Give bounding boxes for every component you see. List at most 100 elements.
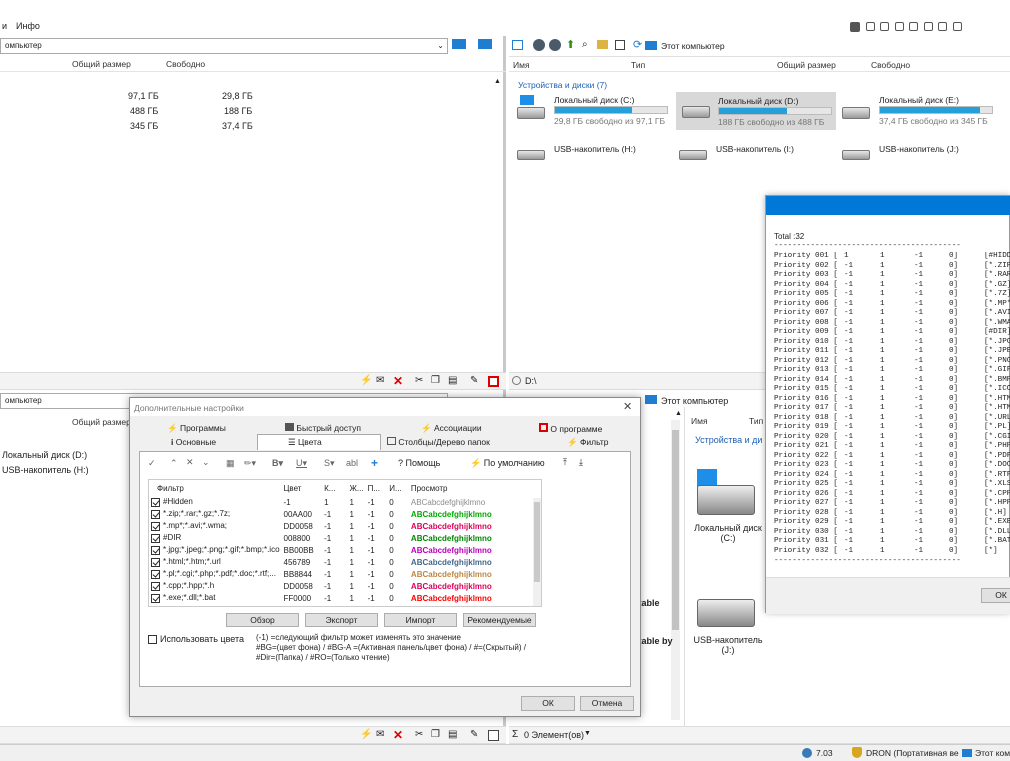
edit-icon[interactable]: ✎: [470, 375, 478, 386]
table-row[interactable]: *.jpg;*.jpeg;*.png;*.gif;*.bmp;*.ico BB00…: [149, 544, 541, 556]
mail-icon[interactable]: ✉: [376, 375, 384, 386]
up-icon[interactable]: ⬆: [566, 38, 575, 51]
grid-icon[interactable]: ▦: [226, 458, 235, 469]
layout3-icon[interactable]: [880, 22, 890, 32]
usb-i[interactable]: USB-накопитель (I:): [679, 144, 829, 166]
scroll-up-icon[interactable]: ▲: [675, 410, 682, 417]
table-row[interactable]: #Hidden -1 1 1 -1 0 ABCabcdefghijklmno: [149, 496, 541, 508]
back-icon[interactable]: [533, 39, 545, 51]
right-top-path[interactable]: Этот компьютер: [661, 41, 725, 51]
tab-filter[interactable]: ⚡ Фильтр: [567, 437, 609, 448]
down-arrow-icon[interactable]: ⌄: [202, 457, 210, 468]
delete-icon[interactable]: ✕: [186, 457, 194, 468]
text-icon[interactable]: abl: [346, 458, 358, 468]
layout2-icon[interactable]: [865, 22, 875, 32]
row-checkbox[interactable]: [151, 557, 160, 567]
th-j[interactable]: Ж...: [348, 480, 366, 496]
layout-icon[interactable]: [850, 21, 860, 32]
row-checkbox[interactable]: [151, 593, 160, 603]
menu-item-info[interactable]: Инфо: [16, 21, 40, 31]
row-checkbox[interactable]: [151, 509, 160, 519]
drive-c-name[interactable]: Локальный диск (C:): [693, 523, 763, 543]
check-icon[interactable]: ✓: [148, 458, 156, 469]
cut-icon[interactable]: ✂: [415, 729, 423, 740]
view-icon[interactable]: [615, 40, 625, 50]
table-row[interactable]: *.cpp;*.hpp;*.h DD0058 -1 1 -1 0 ABCabcdefghij…: [149, 580, 541, 592]
row-checkbox[interactable]: [151, 569, 160, 579]
export-button[interactable]: Экспорт: [305, 613, 378, 627]
th-p[interactable]: П...: [366, 480, 388, 496]
th-color[interactable]: Цвет: [282, 480, 323, 496]
refresh-icon[interactable]: ⟳: [633, 38, 642, 51]
right-bottom-path[interactable]: Этот компьютер: [661, 396, 728, 406]
table-row[interactable]: *.exe;*.dll;*.bat FF0000 -1 1 -1 0 ABCabcdefgh…: [149, 592, 541, 604]
monitor2-icon[interactable]: [478, 39, 492, 49]
left-top-path[interactable]: омпьютер ⌄: [0, 38, 448, 54]
col-total[interactable]: Общий размер: [72, 59, 131, 69]
usb-h[interactable]: USB-накопитель (H:): [517, 144, 667, 166]
delete-icon[interactable]: ✕: [393, 728, 403, 742]
col-free[interactable]: Свободно: [871, 60, 910, 70]
tab-about[interactable]: О программе: [539, 423, 602, 434]
tab-colors[interactable]: ☰ Цвета: [257, 434, 381, 450]
row-checkbox[interactable]: [151, 533, 160, 543]
default-button[interactable]: ⚡ По умолчанию: [470, 458, 545, 469]
col-total[interactable]: Общий размер: [72, 417, 131, 427]
th-i[interactable]: И...: [387, 480, 409, 496]
drive-d[interactable]: Локальный диск (D:) 188 ГБ свободно из 4…: [676, 92, 836, 130]
checkbox[interactable]: [148, 635, 157, 645]
cancel-button[interactable]: Отмена: [580, 696, 634, 711]
chevron-down-icon[interactable]: ▼: [584, 730, 591, 737]
scroll-thumb[interactable]: [534, 502, 540, 582]
th-preview[interactable]: Просмотр: [409, 480, 541, 496]
cut-icon[interactable]: ✂: [415, 375, 423, 386]
layout6-icon[interactable]: [923, 22, 933, 32]
menu-item-partial[interactable]: и: [2, 21, 7, 31]
import-button[interactable]: Импорт: [384, 613, 457, 627]
delete-icon[interactable]: ✕: [393, 374, 403, 388]
table-scrollbar[interactable]: [533, 498, 541, 606]
layout8-icon[interactable]: [952, 22, 962, 32]
usb-j-name[interactable]: USB-накопитель (J:): [689, 635, 767, 655]
explorer-icon[interactable]: ⌕: [582, 39, 588, 50]
dialog-titlebar[interactable]: Дополнительные настройки ✕: [130, 398, 640, 416]
col-total[interactable]: Общий размер: [777, 60, 836, 70]
close-icon[interactable]: ✕: [623, 400, 632, 413]
chevron-down-icon[interactable]: ⌄: [437, 41, 444, 50]
copy-icon[interactable]: ❐: [431, 729, 440, 740]
paste-icon[interactable]: ▤: [448, 729, 457, 740]
row-checkbox[interactable]: [151, 497, 160, 507]
col-type[interactable]: Тип: [631, 60, 645, 70]
row-checkbox[interactable]: [151, 545, 160, 555]
tab-basic[interactable]: i Основные: [171, 437, 216, 447]
help-button[interactable]: ? Помощь: [398, 458, 440, 468]
collapse-arrow-icon[interactable]: ▲: [494, 78, 501, 85]
tab-programs[interactable]: ⚡ Программы: [167, 423, 226, 434]
layout7-icon[interactable]: [938, 22, 948, 32]
up-arrow-icon[interactable]: ⌃: [170, 458, 178, 469]
lightning-icon[interactable]: ⚡: [360, 375, 372, 386]
layout4-icon[interactable]: [894, 22, 904, 32]
brush-icon[interactable]: ✏▾: [244, 458, 256, 469]
panel-icon[interactable]: [512, 40, 523, 50]
ok-button[interactable]: ОК: [981, 588, 1010, 603]
move-top-icon[interactable]: ⤒: [563, 457, 567, 468]
ok-button[interactable]: ОК: [521, 696, 575, 711]
bold-icon[interactable]: B▾: [272, 458, 283, 469]
col-free[interactable]: Свободно: [166, 59, 205, 69]
underline-icon[interactable]: U▾: [296, 458, 307, 469]
tab-associations[interactable]: ⚡ Ассоциации: [421, 423, 482, 434]
row-checkbox[interactable]: [151, 521, 160, 531]
table-row[interactable]: #DIR 008800 -1 1 -1 0 ABCabcdefghijklmno: [149, 532, 541, 544]
item-count[interactable]: 0 Элемент(ов): [524, 730, 584, 740]
mail-icon[interactable]: ✉: [376, 729, 384, 740]
col-name[interactable]: Имя: [513, 60, 530, 70]
group-header[interactable]: Устройства и ди: [695, 435, 762, 445]
copy-icon[interactable]: ❐: [431, 375, 440, 386]
row-checkbox[interactable]: [151, 581, 160, 591]
table-row[interactable]: *.zip;*.rar;*.gz;*.7z; 00AA00 -1 1 -1 0 ABCabc…: [149, 508, 541, 520]
monitor-icon[interactable]: [452, 39, 466, 49]
scroll-thumb[interactable]: [672, 430, 679, 630]
group-header[interactable]: Устройства и диски (7): [518, 80, 607, 90]
drive-c[interactable]: Локальный диск (C:) 29,8 ГБ свободно из …: [517, 95, 677, 129]
